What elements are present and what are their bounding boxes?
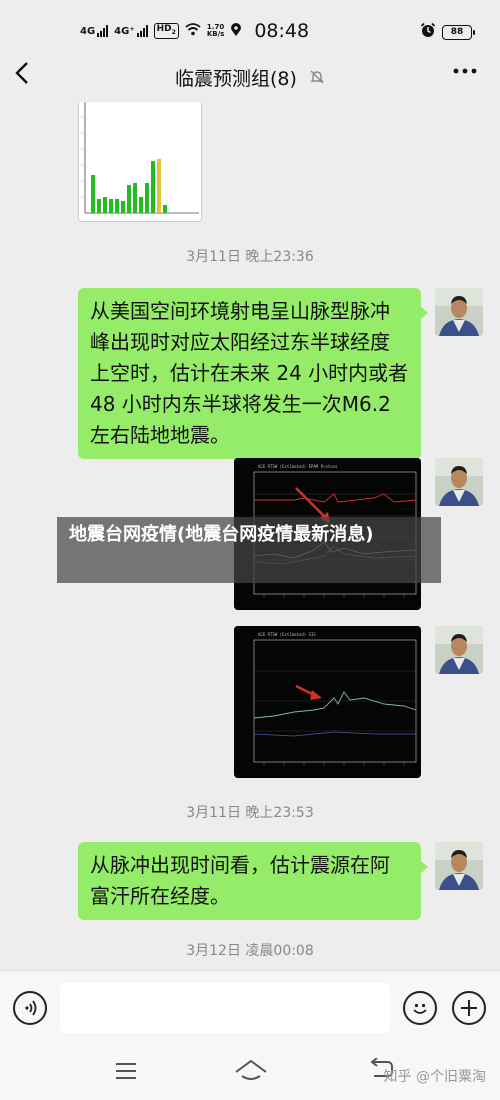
message-input[interactable] — [60, 983, 390, 1033]
avatar-photo — [435, 458, 483, 506]
network-indicator-2: 4G⁺ — [114, 25, 148, 37]
emoji-button[interactable] — [403, 991, 437, 1025]
voice-button[interactable] — [13, 991, 47, 1025]
avatar[interactable] — [435, 288, 483, 336]
timestamp: 3月11日 晚上23:53 — [186, 805, 314, 821]
message-bubble[interactable]: 从脉冲出现时间看，估计震源在阿富汗所在经度。 — [78, 842, 428, 920]
timestamp: 3月11日 晚上23:36 — [186, 249, 314, 265]
status-right: 88 — [420, 22, 475, 42]
signal-icon — [97, 25, 109, 37]
status-left: 4G 4G⁺ HD2 1.70 KB/s 08:48 — [80, 20, 309, 42]
radio-spectrum-plot: ACE RTSW (Estimated) SIS — [234, 626, 421, 778]
article-title-overlay: 地震台网疫情(地震台网疫情最新消息) — [57, 517, 441, 583]
menu-icon — [116, 1063, 136, 1079]
watermark: 知乎 @个旧粟淘 — [383, 1069, 486, 1085]
home-button[interactable] — [234, 1058, 268, 1086]
battery-icon: 88 — [442, 24, 475, 40]
avatar-photo — [435, 842, 483, 890]
plus-icon — [461, 1000, 477, 1016]
image-message-chart[interactable] — [78, 102, 202, 222]
bar-chart-thumbnail — [79, 102, 201, 221]
menu-button[interactable] — [114, 1060, 138, 1086]
wifi-icon — [185, 23, 201, 39]
avatar[interactable] — [435, 842, 483, 890]
more-button[interactable] — [452, 58, 478, 90]
hd-icon: HD2 — [153, 23, 179, 39]
emoji-icon — [413, 1003, 427, 1014]
avatar-photo — [435, 626, 483, 674]
avatar-photo — [435, 288, 483, 336]
system-navigation: 知乎 @个旧粟淘 — [0, 1044, 500, 1100]
bell-off-icon — [309, 70, 325, 89]
chat-header: 临震预测组(8) — [0, 50, 500, 102]
svg-text:ACE RTSW (Estimated) SIS: ACE RTSW (Estimated) SIS — [258, 632, 316, 637]
avatar[interactable] — [435, 458, 483, 506]
voice-icon — [25, 1000, 37, 1016]
signal-icon — [136, 25, 148, 37]
alarm-icon — [420, 22, 436, 42]
network-indicator-1: 4G — [80, 25, 109, 37]
message-bubble[interactable]: 从美国空间环境射电呈山脉型脉冲峰出现时对应太阳经过东半球经度上空时，估计在未来 … — [78, 288, 428, 459]
home-icon — [235, 1059, 267, 1080]
chat-title: 临震预测组(8) — [0, 64, 500, 91]
location-icon — [230, 22, 242, 40]
timestamp: 3月12日 凌晨00:08 — [186, 943, 314, 959]
network-speed: 1.70 KB/s — [206, 23, 225, 38]
svg-text:ACE RTSW (Estimated) EPAM Pro: ACE RTSW (Estimated) EPAM Protons — [258, 464, 338, 469]
input-bar — [0, 970, 500, 1044]
avatar[interactable] — [435, 626, 483, 674]
more-dots-icon — [453, 68, 477, 74]
more-actions-button[interactable] — [452, 991, 486, 1025]
image-message-spectrum-2[interactable]: ACE RTSW (Estimated) SIS — [234, 626, 421, 778]
clock: 08:48 — [254, 20, 310, 42]
